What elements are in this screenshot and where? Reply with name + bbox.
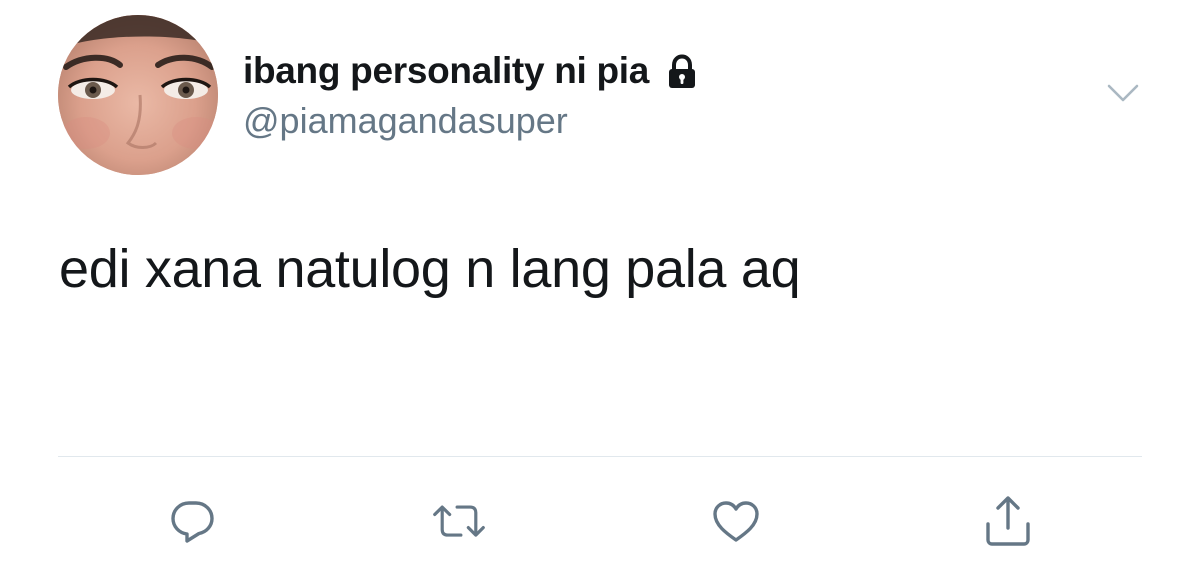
lock-icon xyxy=(663,53,701,91)
avatar-photo xyxy=(58,15,218,175)
heart-icon xyxy=(713,501,759,542)
like-button[interactable] xyxy=(708,494,764,550)
retweet-icon xyxy=(433,505,485,537)
retweet-button[interactable] xyxy=(431,494,487,550)
share-button[interactable] xyxy=(980,494,1036,550)
tweet-text: edi xana natulog n lang pala aq xyxy=(59,239,801,299)
tweet-card: ibang personality ni pia @piamagandasupe… xyxy=(0,0,1200,567)
chevron-down-icon[interactable] xyxy=(1106,80,1140,106)
reply-button[interactable] xyxy=(165,494,221,550)
reply-icon xyxy=(171,501,214,543)
display-name[interactable]: ibang personality ni pia xyxy=(243,50,649,92)
divider xyxy=(58,456,1142,457)
avatar[interactable] xyxy=(58,15,218,175)
share-icon xyxy=(986,496,1030,546)
author-handle[interactable]: @piamagandasuper xyxy=(243,100,568,142)
author-row: ibang personality ni pia xyxy=(243,46,701,96)
